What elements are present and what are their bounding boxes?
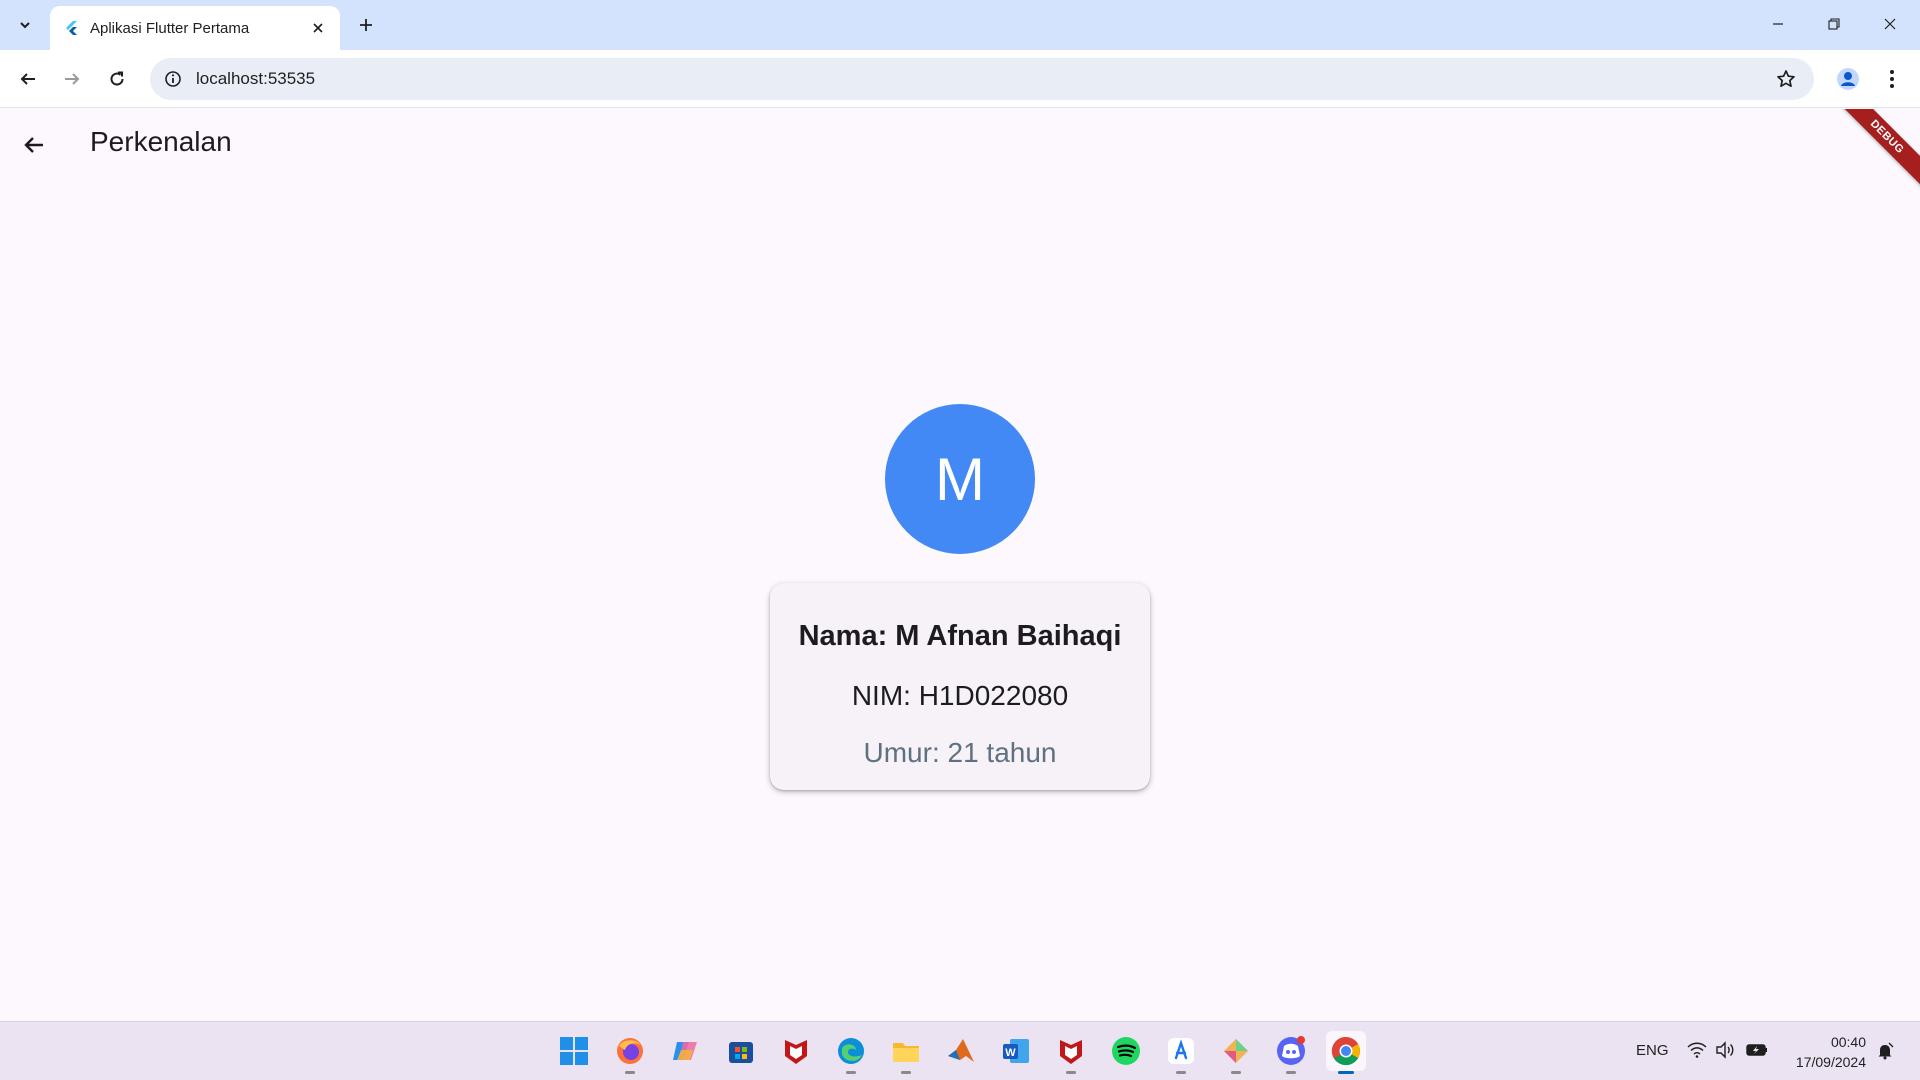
word-icon: W xyxy=(1003,1039,1029,1063)
bell-icon xyxy=(1878,1042,1894,1060)
tab-search-button[interactable] xyxy=(12,12,38,38)
taskbar-chrome[interactable] xyxy=(1326,1031,1366,1074)
taskbar-word[interactable]: W xyxy=(996,1031,1036,1071)
debug-banner: DEBUG xyxy=(1826,109,1920,198)
language-indicator[interactable]: ENG xyxy=(1636,1042,1669,1059)
app-store-icon xyxy=(1168,1038,1194,1064)
running-indicator xyxy=(1231,1071,1241,1074)
browser-toolbar: localhost:53535 xyxy=(0,50,1920,108)
diamond-app-icon xyxy=(1224,1039,1248,1063)
arrow-back-icon xyxy=(24,137,43,153)
reload-button[interactable] xyxy=(101,63,133,95)
store-icon xyxy=(729,1042,753,1063)
appbar-title: Perkenalan xyxy=(90,126,232,157)
battery-status[interactable] xyxy=(1746,1039,1768,1061)
flutter-app: Perkenalan DEBUG M Nama: M Afnan Baihaqi… xyxy=(0,109,1920,1021)
close-icon xyxy=(313,23,323,33)
new-tab-button[interactable] xyxy=(352,11,380,39)
taskbar-discord[interactable] xyxy=(1271,1031,1311,1074)
matlab-icon xyxy=(948,1039,974,1062)
edge-icon xyxy=(838,1038,864,1064)
running-indicator xyxy=(1286,1071,1296,1074)
taskbar-store[interactable] xyxy=(721,1031,761,1071)
taskbar-matlab[interactable] xyxy=(941,1031,981,1071)
taskbar-firefox[interactable] xyxy=(610,1031,650,1074)
running-indicator xyxy=(846,1071,856,1074)
wifi-status[interactable] xyxy=(1686,1039,1708,1061)
arrow-right-icon xyxy=(65,73,80,85)
spotify-icon xyxy=(1112,1037,1140,1065)
more-vertical-icon xyxy=(1890,70,1894,88)
restore-icon xyxy=(1828,18,1840,30)
system-clock[interactable]: 00:40 17/09/2024 xyxy=(1780,1032,1866,1072)
clock-date: 17/09/2024 xyxy=(1795,1054,1866,1070)
browser-tab[interactable]: Aplikasi Flutter Pertama xyxy=(50,6,340,50)
url-text[interactable]: localhost:53535 xyxy=(196,69,315,89)
running-indicator xyxy=(901,1071,911,1074)
close-icon xyxy=(1884,18,1896,30)
reload-icon xyxy=(110,71,124,86)
appbar-back-button[interactable] xyxy=(14,125,54,165)
taskbar-app-store[interactable] xyxy=(1161,1031,1201,1074)
battery-charging-icon xyxy=(1746,1044,1767,1056)
close-window-button[interactable] xyxy=(1862,0,1918,48)
taskbar-gemini[interactable] xyxy=(1216,1031,1256,1074)
svg-text:W: W xyxy=(1005,1047,1016,1059)
profile-card: Nama: M Afnan Baihaqi NIM: H1D022080 Umu… xyxy=(770,583,1150,790)
taskbar-mcafee[interactable] xyxy=(776,1031,816,1071)
active-indicator xyxy=(1338,1071,1354,1074)
volume-icon xyxy=(1716,1041,1734,1059)
running-indicator xyxy=(1066,1071,1076,1074)
folder-icon xyxy=(893,1043,919,1062)
mcafee-icon xyxy=(1060,1040,1082,1064)
address-bar[interactable]: localhost:53535 xyxy=(150,58,1814,100)
mcafee-icon xyxy=(785,1040,807,1064)
browser-tabstrip: Aplikasi Flutter Pertama xyxy=(0,0,1920,50)
profile-button[interactable] xyxy=(1832,63,1864,95)
avatar-letter: M xyxy=(935,445,985,513)
tab-close-button[interactable] xyxy=(306,16,330,40)
windows-start-icon xyxy=(560,1037,588,1065)
back-button[interactable] xyxy=(12,63,44,95)
taskbar-file-explorer[interactable] xyxy=(886,1031,926,1074)
bookmark-button[interactable] xyxy=(1774,67,1798,91)
browser-menu-button[interactable] xyxy=(1876,63,1908,95)
avatar: M xyxy=(885,404,1035,554)
wifi-icon xyxy=(1687,1042,1707,1058)
start-button[interactable] xyxy=(554,1031,594,1071)
tab-title: Aplikasi Flutter Pertama xyxy=(90,20,250,37)
taskbar-mcafee-2[interactable] xyxy=(1051,1031,1091,1074)
discord-icon xyxy=(1277,1036,1305,1065)
taskbar-spotify[interactable] xyxy=(1106,1031,1146,1071)
forward-button[interactable] xyxy=(56,63,88,95)
profile-nim: NIM: H1D022080 xyxy=(851,680,1069,711)
running-indicator xyxy=(1176,1071,1186,1074)
notification-button[interactable] xyxy=(1874,1040,1896,1062)
taskbar-edge[interactable] xyxy=(831,1031,871,1074)
taskbar: W ENG 00:40 17/09/2024 xyxy=(0,1021,1920,1080)
chevron-down-icon xyxy=(20,22,30,29)
taskbar-copilot[interactable] xyxy=(666,1031,706,1071)
chrome-icon xyxy=(1331,1036,1360,1066)
minimize-button[interactable] xyxy=(1750,0,1806,48)
volume-status[interactable] xyxy=(1714,1039,1736,1061)
account-icon xyxy=(1837,68,1859,90)
flutter-icon xyxy=(66,21,77,35)
profile-age: Umur: 21 tahun xyxy=(863,737,1057,768)
clock-time: 00:40 xyxy=(1830,1034,1866,1050)
info-icon xyxy=(165,71,181,87)
site-info-button[interactable] xyxy=(162,68,184,90)
running-indicator xyxy=(625,1071,635,1074)
plus-icon xyxy=(360,19,372,31)
profile-name: Nama: M Afnan Baihaqi xyxy=(798,620,1122,652)
star-icon xyxy=(1777,70,1795,88)
restore-button[interactable] xyxy=(1806,0,1862,48)
arrow-left-icon xyxy=(20,73,35,85)
copilot-icon xyxy=(673,1042,697,1060)
minimize-icon xyxy=(1773,23,1783,25)
firefox-icon xyxy=(617,1038,643,1064)
